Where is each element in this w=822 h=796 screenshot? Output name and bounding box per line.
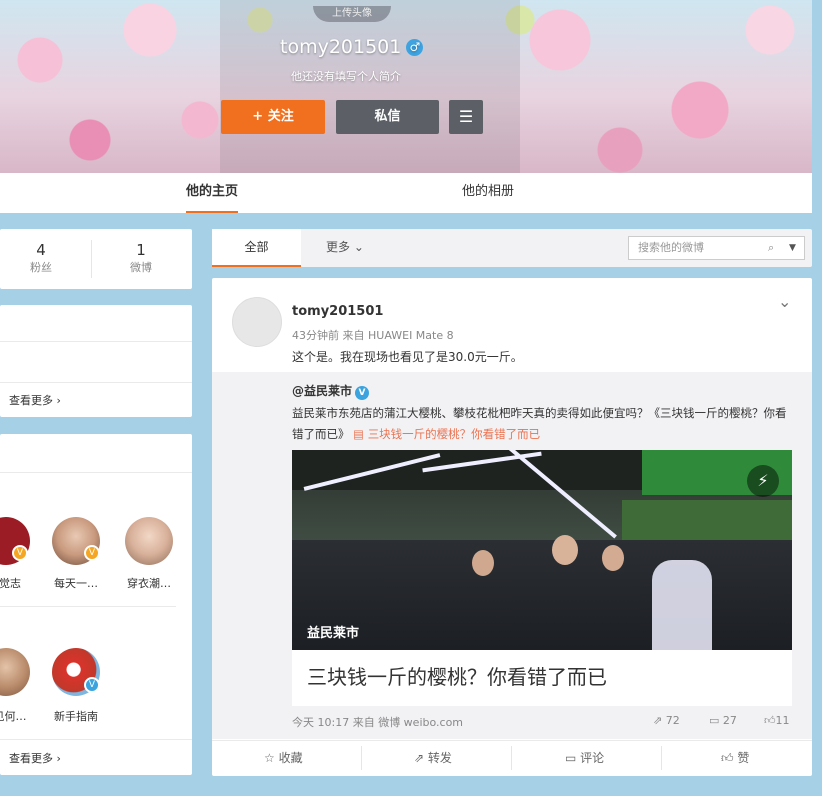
like-button[interactable]: 👍︎ 赞 [721,749,749,766]
fans-stat[interactable]: 4 粉丝 [22,241,60,275]
thumb-up-icon: 👍︎ [764,714,776,727]
divider [661,746,662,770]
lightning-icon: ⚡ [747,465,779,497]
verified-icon: V [12,545,28,561]
chevron-down-icon: ⌄ [353,240,364,254]
caret-down-icon[interactable]: ▼ [789,237,796,259]
comment-count[interactable]: ▭ 27 [709,714,737,727]
search-icon[interactable]: ⌕ [768,237,774,259]
see-more-link[interactable]: 查看更多 › [9,392,61,408]
forward-icon: ⇗ [653,714,663,727]
verified-icon: V [84,677,100,693]
divider [0,341,192,342]
filter-all[interactable]: 全部 [212,229,301,267]
like-count[interactable]: 👍︎11 [764,714,790,727]
avatar[interactable] [125,517,173,565]
face [472,550,494,576]
repost-footer-time[interactable]: 今天 10:17 来自 微博 weibo.com [292,714,463,730]
verified-icon: V [84,545,100,561]
see-more-link[interactable]: 查看更多 › [9,750,61,766]
post-author[interactable]: tomy201501 [292,304,383,319]
article-image[interactable]: ⚡ 益民莱市 [292,450,792,650]
divider [0,606,176,607]
crowd [292,540,792,650]
profile-tabs [0,173,812,213]
face [602,545,624,571]
divider [0,382,192,383]
follow-label[interactable]: 觉志 [0,575,45,591]
card-brand: 益民莱市 [307,626,360,641]
more-menu-button[interactable]: ☰ [449,100,483,134]
face [552,535,578,565]
divider [0,472,192,473]
avatar[interactable] [232,297,282,347]
follow-label[interactable]: 新手指南 [41,708,111,724]
divider [0,739,192,740]
repost-author[interactable]: @益民莱市 V [292,382,370,400]
male-gender-icon: ♂ [406,39,424,56]
divider [511,746,512,770]
repost-text: 益民莱市东苑店的蒲江大樱桃、攀枝花枇杷昨天真的卖得如此便宜吗？《三块钱一斤的樱桃… [292,406,787,441]
verified-icon: V [355,386,370,400]
search-input[interactable]: 搜索他的微博 ⌕ ▼ [628,236,805,260]
forward-button[interactable]: ⇗ 转发 [414,749,452,766]
post-text: 这个是。我在现场也看见了是30.0元一斤。 [292,350,523,364]
forward-icon: ⇗ [414,751,425,765]
weibo-stat[interactable]: 1 微博 [122,241,160,275]
article-caption[interactable]: 三块钱一斤的樱桃？你看错了而已 [292,650,792,706]
follow-label[interactable]: 穿衣潮… [114,575,184,591]
divider [91,240,92,278]
follow-button[interactable]: + 关注 [221,100,325,134]
post-meta[interactable]: 43分钟前 来自 HUAWEI Mate 8 [292,327,454,343]
cover-overlay [220,0,520,173]
favorite-button[interactable]: ☆ 收藏 [264,749,303,766]
message-button[interactable]: 私信 [336,100,439,134]
upload-avatar-button[interactable]: 上传头像 [313,6,391,22]
repost-count[interactable]: ⇗ 72 [653,714,680,727]
star-icon: ☆ [264,751,275,765]
hamburger-icon: ☰ [458,107,474,126]
article-link[interactable]: ▤ 三块钱一斤的樱桃？你看错了而已 [353,427,540,441]
comment-icon: ▭ [709,714,720,727]
profile-name: tomy201501 ♂ [280,36,424,58]
follow-label[interactable]: 见何… [0,708,45,724]
profile-bio: 他还没有填写个人简介 [291,70,401,83]
tab-home[interactable]: 他的主页 [186,173,239,213]
comment-icon: ▭ [565,751,577,765]
tab-album[interactable]: 他的相册 [462,173,514,213]
follow-label[interactable]: 每天一… [41,575,111,591]
dotted-coat [652,560,712,650]
comment-button[interactable]: ▭ 评论 [565,749,604,766]
chevron-down-icon[interactable]: ⌄ [778,292,791,311]
divider [361,746,362,770]
thumb-up-icon: 👍︎ [721,751,734,765]
filter-more-dropdown[interactable]: 更多 ⌄ [326,229,364,267]
